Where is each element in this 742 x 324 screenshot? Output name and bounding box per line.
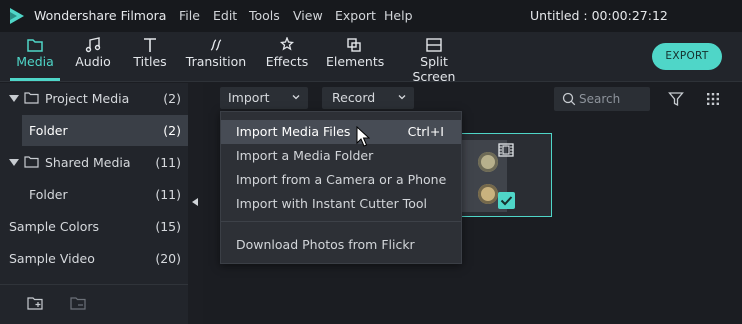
search-icon [562,92,576,106]
expand-triangle-icon[interactable] [9,95,19,102]
menu-export[interactable]: Export [335,8,376,23]
main-toolbar: Media Audio Titles Transition Effects El… [0,32,742,84]
music-note-icon [85,37,101,53]
tab-transition-label: Transition [185,54,247,69]
search-box[interactable] [554,87,650,111]
menu-item-download-flickr[interactable]: Download Photos from Flickr [221,233,461,257]
tab-media[interactable]: Media [10,32,60,81]
tab-split-screen[interactable]: Split Screen [400,32,468,84]
import-dropdown[interactable]: Import [220,87,308,109]
search-input[interactable] [579,90,645,108]
folder-icon [27,39,43,52]
tree-item-project-media[interactable]: Project Media (2) [0,83,188,114]
record-dropdown[interactable]: Record [322,87,414,109]
menu-edit[interactable]: Edit [213,8,237,23]
chevron-down-icon [292,95,300,100]
menu-item-import-instant-cutter[interactable]: Import with Instant Cutter Tool [221,192,461,216]
tab-titles-label: Titles [133,54,167,69]
expand-triangle-icon[interactable] [9,159,19,166]
tree-item-label: Folder [29,187,68,202]
folder-icon [24,92,39,104]
tree-item-label: Shared Media [45,155,131,170]
tree-item-shared-media[interactable]: Shared Media (11) [0,147,188,178]
thumbnail-object [478,184,498,204]
new-folder-icon[interactable] [27,296,43,310]
mouse-cursor-icon [356,126,370,147]
tree-item-count: (2) [163,123,181,138]
tab-media-label: Media [16,54,54,69]
chevron-down-icon [398,95,406,100]
collapse-panel-icon[interactable] [192,198,198,206]
menu-item-label: Import Media Files [236,124,351,139]
menu-item-shortcut: Ctrl+I [407,124,444,139]
tree-item-label: Sample Video [9,251,95,266]
grid-view-icon[interactable] [706,92,720,106]
transition-icon [210,39,222,51]
tree-item-label: Sample Colors [9,219,99,234]
menu-item-label: Import with Instant Cutter Tool [236,196,427,211]
tab-elements-label: Elements [326,54,385,69]
tab-titles[interactable]: Titles [128,32,172,80]
app-name: Wondershare Filmora [34,8,167,23]
tree-item-folder-shared[interactable]: Folder (11) [0,179,188,210]
tab-effects-label: Effects [265,54,309,69]
tree-item-count: (2) [163,91,181,106]
menu-tools[interactable]: Tools [249,8,280,23]
menu-item-import-from-camera[interactable]: Import from a Camera or a Phone [221,168,461,192]
thumbnail-object [478,152,498,172]
tree-item-folder-project[interactable]: Folder (2) [22,115,188,146]
text-icon [144,38,156,52]
project-title: Untitled : 00:00:27:12 [530,8,668,23]
tree-item-label: Project Media [45,91,130,106]
tab-audio[interactable]: Audio [70,32,116,80]
tab-transition[interactable]: Transition [184,32,248,80]
selected-check-icon[interactable] [498,192,515,209]
tree-item-count: (11) [155,187,181,202]
menu-view[interactable]: View [293,8,323,23]
tab-audio-label: Audio [75,54,111,69]
tree-item-count: (15) [155,219,181,234]
filmora-logo-icon [10,8,24,24]
split-screen-icon [426,38,442,52]
tree-item-sample-video[interactable]: Sample Video (20) [0,243,188,274]
menu-item-label: Import a Media Folder [236,148,374,163]
menu-help[interactable]: Help [384,8,413,23]
title-bar: Wondershare Filmora File Edit Tools View… [0,0,742,32]
tree-item-count: (11) [155,155,181,170]
tab-elements[interactable]: Elements [326,32,385,80]
tree-item-count: (20) [155,251,181,266]
elements-icon [347,38,361,52]
panel-divider [0,284,188,285]
menu-item-import-media-files[interactable]: Import Media Files Ctrl+I [221,120,461,144]
filter-icon[interactable] [668,91,684,107]
import-dropdown-label: Import [228,90,270,105]
menu-separator [221,221,461,222]
effects-icon [279,37,295,51]
export-button[interactable]: EXPORT [652,43,722,70]
record-dropdown-label: Record [332,90,376,105]
menu-file[interactable]: File [179,8,200,23]
media-library-panel: Project Media (2) Folder (2) Shared Medi… [0,83,188,324]
tab-effects[interactable]: Effects [262,32,312,80]
menu-item-import-media-folder[interactable]: Import a Media Folder [221,144,461,168]
menu-item-label: Download Photos from Flickr [236,237,415,252]
import-menu: Import Media Files Ctrl+I Import a Media… [220,111,462,264]
video-file-icon [498,143,514,157]
folder-icon [24,156,39,168]
delete-folder-icon[interactable] [70,296,86,310]
tree-item-label: Folder [29,123,68,138]
menu-item-label: Import from a Camera or a Phone [236,172,447,187]
tree-item-sample-colors[interactable]: Sample Colors (15) [0,211,188,242]
tab-split-screen-label: Split Screen [412,54,456,84]
